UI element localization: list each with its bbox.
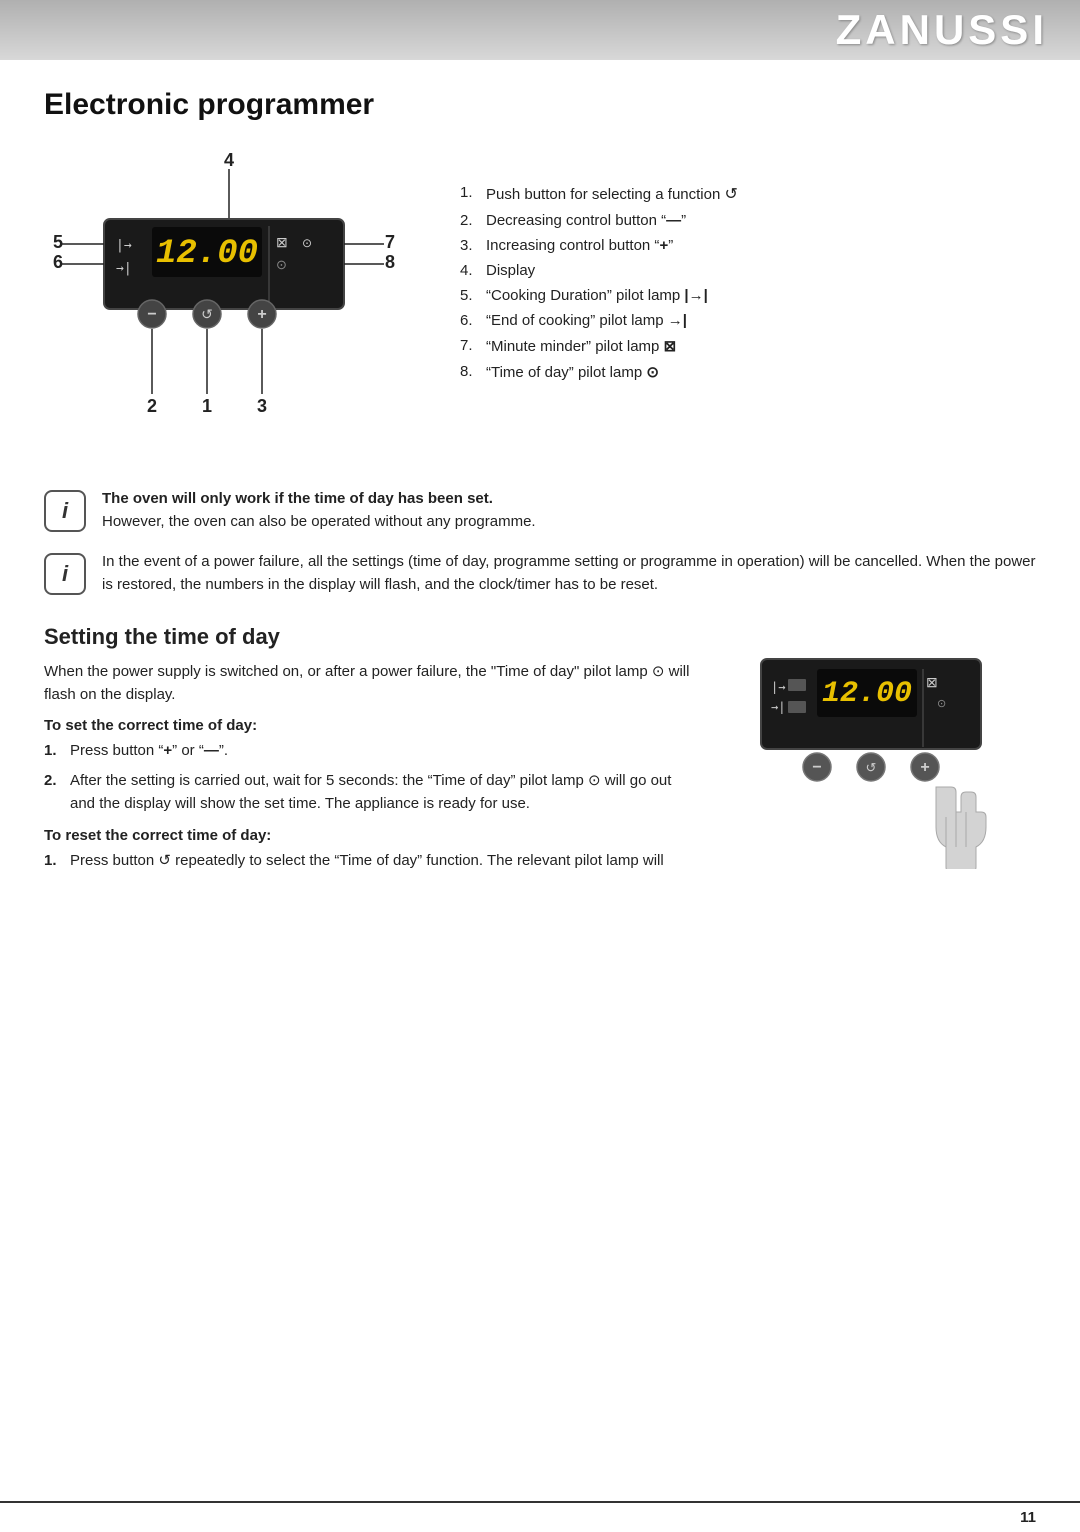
list-item-1: 1. Push button for selecting a function …: [460, 184, 1036, 204]
page-content: Electronic programmer 4 |→ →| 12.00: [0, 60, 1080, 913]
svg-text:2: 2: [147, 396, 157, 416]
subsection2-title: To reset the correct time of day:: [44, 827, 700, 844]
svg-text:1: 1: [202, 396, 212, 416]
info-box-2: i In the event of a power failure, all t…: [44, 551, 1036, 596]
step-1-2: 2. After the setting is carried out, wai…: [44, 770, 700, 815]
subsection1-steps: 1. Press button “+” or “—”. 2. After the…: [44, 740, 700, 816]
svg-text:5: 5: [53, 232, 63, 252]
svg-text:|→: |→: [116, 238, 132, 253]
list-item-7: 7. “Minute minder” pilot lamp ⊠: [460, 337, 1036, 355]
svg-text:3: 3: [257, 396, 267, 416]
hand-icon: [936, 787, 986, 869]
step-2-1: 1. Press button ↺ repeatedly to select t…: [44, 850, 700, 873]
svg-text:+: +: [920, 759, 929, 776]
info-boxes: i The oven will only work if the time of…: [44, 488, 1036, 596]
list-item-6: 6. “End of cooking” pilot lamp →|: [460, 312, 1036, 329]
svg-text:→|: →|: [116, 261, 132, 276]
list-item-4: 4. Display: [460, 262, 1036, 279]
setting-section-title: Setting the time of day: [44, 624, 700, 650]
svg-text:⊙: ⊙: [302, 236, 312, 250]
info-box-1: i The oven will only work if the time of…: [44, 488, 1036, 533]
svg-text:−: −: [812, 759, 821, 776]
svg-text:⊙: ⊙: [276, 257, 287, 272]
page-title: Electronic programmer: [44, 88, 1036, 122]
header: ZANUSSI: [0, 0, 1080, 60]
top-section: 4 |→ →| 12.00 ⊠ ⊙ ⊙: [44, 144, 1036, 458]
setting-intro: When the power supply is switched on, or…: [44, 660, 700, 707]
svg-text:4: 4: [224, 150, 234, 170]
list-item-3: 3. Increasing control button “+”: [460, 237, 1036, 254]
svg-text:⊙: ⊙: [937, 698, 946, 710]
page-number: 11: [1020, 1509, 1036, 1526]
info-text-2: In the event of a power failure, all the…: [102, 551, 1036, 596]
bottom-diagram: |→ →| 12.00 ⊠ ⊙ − ↺ +: [736, 624, 1036, 885]
bottom-text: Setting the time of day When the power s…: [44, 624, 700, 885]
svg-text:8: 8: [385, 252, 395, 272]
footer-bar: 11: [0, 1501, 1080, 1532]
numbered-list: 1. Push button for selecting a function …: [460, 144, 1036, 458]
subsection1-title: To set the correct time of day:: [44, 717, 700, 734]
info-icon-1: i: [44, 490, 86, 532]
diagram-area: 4 |→ →| 12.00 ⊠ ⊙ ⊙: [44, 144, 424, 458]
svg-text:6: 6: [53, 252, 63, 272]
subsection2-steps: 1. Press button ↺ repeatedly to select t…: [44, 850, 700, 873]
bottom-display-diagram: |→ →| 12.00 ⊠ ⊙ − ↺ +: [741, 639, 1031, 869]
step-1-1: 1. Press button “+” or “—”.: [44, 740, 700, 763]
svg-text:↺: ↺: [866, 760, 877, 775]
svg-text:→|: →|: [771, 700, 785, 714]
svg-text:|→: |→: [771, 680, 785, 694]
programmer-diagram: 4 |→ →| 12.00 ⊠ ⊙ ⊙: [44, 144, 404, 454]
svg-text:−: −: [147, 306, 156, 323]
svg-text:⊠: ⊠: [926, 674, 938, 690]
list-item-5: 5. “Cooking Duration” pilot lamp |→|: [460, 287, 1036, 304]
svg-text:7: 7: [385, 232, 395, 252]
brand-logo: ZANUSSI: [836, 6, 1048, 54]
svg-text:↺: ↺: [201, 306, 213, 322]
list-item-8: 8. “Time of day” pilot lamp ⊙: [460, 363, 1036, 381]
svg-text:12.00: 12.00: [822, 677, 912, 711]
svg-text:+: +: [257, 306, 266, 323]
info-text-1: The oven will only work if the time of d…: [102, 488, 1036, 533]
list-item-2: 2. Decreasing control button “—”: [460, 212, 1036, 229]
svg-text:12.00: 12.00: [156, 235, 258, 273]
svg-text:⊠: ⊠: [276, 234, 288, 250]
info-icon-2: i: [44, 553, 86, 595]
bottom-section: Setting the time of day When the power s…: [44, 624, 1036, 885]
